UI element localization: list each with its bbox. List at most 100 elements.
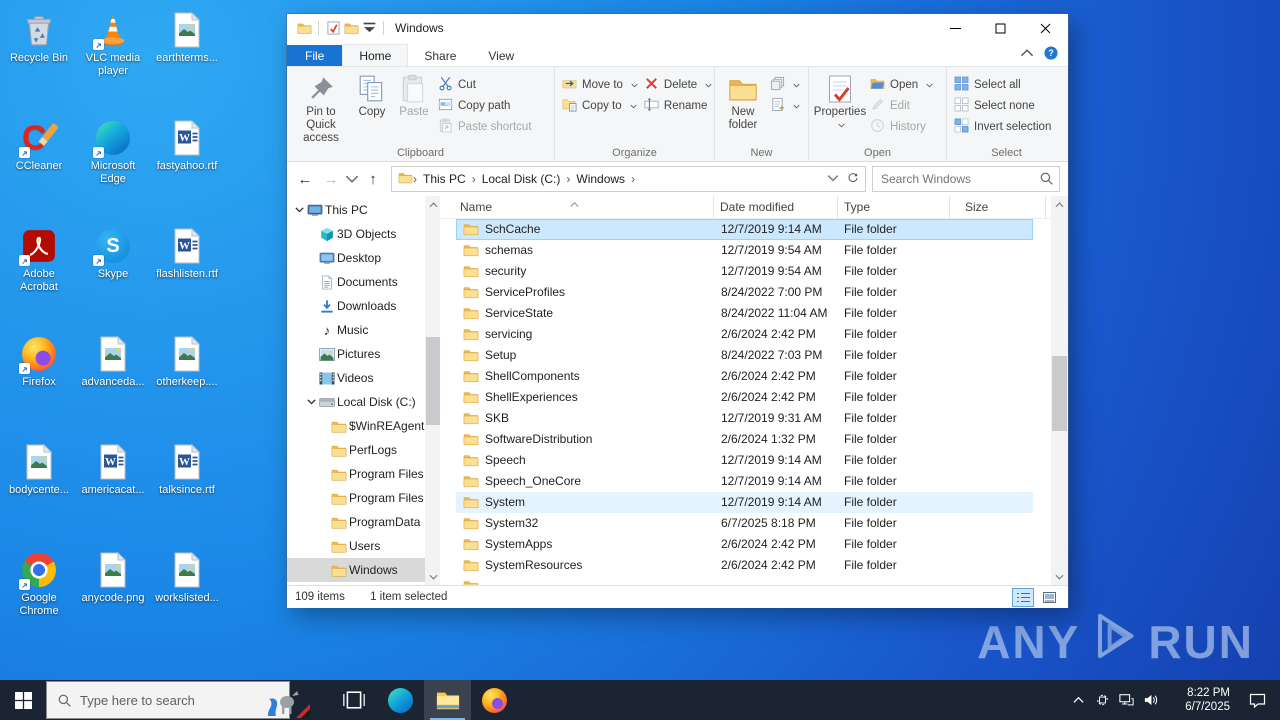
qat-properties-button[interactable]	[324, 19, 342, 37]
sidebar-item-documents[interactable]: Documents	[287, 270, 440, 294]
rename-button[interactable]: Rename	[641, 95, 715, 116]
table-row-system32[interactable]: System326/7/2025 8:18 PMFile folder	[440, 513, 1051, 534]
sidebar-item-programdata[interactable]: ProgramData	[287, 510, 440, 534]
desktop-icon-americacat[interactable]: Wamericacat...	[76, 436, 150, 544]
expander-open-icon[interactable]	[305, 399, 317, 405]
nav-scrollbar[interactable]	[425, 196, 440, 585]
tab-view[interactable]: View	[472, 45, 530, 66]
pin-to-quick-access-button[interactable]: Pin to Quick access	[291, 70, 351, 145]
table-row-security[interactable]: security12/7/2019 9:54 AMFile folder	[440, 261, 1051, 282]
sidebar-item-pictures[interactable]: Pictures	[287, 342, 440, 366]
properties-button[interactable]: Properties	[813, 70, 867, 132]
desktop-icon-fastyahoo-rtf[interactable]: Wfastyahoo.rtf	[150, 112, 224, 220]
paste-shortcut-button[interactable]: Paste shortcut	[435, 116, 535, 137]
desktop-icon-earthterms[interactable]: earthterms...	[150, 4, 224, 112]
taskbar-search-input[interactable]	[74, 692, 258, 709]
desktop-icon-microsoft-edge[interactable]: Microsoft Edge	[76, 112, 150, 220]
qat-customize-button[interactable]	[360, 19, 378, 37]
table-row-shellcomponents[interactable]: ShellComponents2/6/2024 2:42 PMFile fold…	[440, 366, 1051, 387]
table-row-skb[interactable]: SKB12/7/2019 9:31 AMFile folder	[440, 408, 1051, 429]
sidebar-item-program-files[interactable]: Program Files	[287, 462, 440, 486]
sidebar-item-program-files[interactable]: Program Files	[287, 486, 440, 510]
close-button[interactable]	[1023, 14, 1068, 42]
nav-scroll-thumb[interactable]	[426, 337, 440, 425]
copy-path-button[interactable]: W... Copy path	[435, 95, 535, 116]
breadcrumb-item-this-pc[interactable]: This PC	[417, 172, 472, 186]
scroll-down-icon[interactable]	[1051, 568, 1068, 585]
open-button[interactable]: Open	[867, 74, 936, 95]
sidebar-item-users[interactable]: Users	[287, 534, 440, 558]
sidebar-item-3d-objects[interactable]: 3D Objects	[287, 222, 440, 246]
recent-locations-button[interactable]	[345, 167, 359, 191]
desktop-icon-talksince-rtf[interactable]: Wtalksince.rtf	[150, 436, 224, 544]
new-item-button[interactable]	[767, 95, 803, 116]
table-row-setup[interactable]: Setup8/24/2022 7:03 PMFile folder	[440, 345, 1051, 366]
table-row-softwaredistribution[interactable]: SoftwareDistribution2/6/2024 1:32 PMFile…	[440, 429, 1051, 450]
sidebar-item-winreagent[interactable]: $WinREAgent	[287, 414, 440, 438]
desktop-icon-flashlisten-rtf[interactable]: Wflashlisten.rtf	[150, 220, 224, 328]
table-row-serviceprofiles[interactable]: ServiceProfiles8/24/2022 7:00 PMFile fol…	[440, 282, 1051, 303]
table-row-shellexperiences[interactable]: ShellExperiences2/6/2024 2:42 PMFile fol…	[440, 387, 1051, 408]
desktop-icon-ccleaner[interactable]: CCCleaner	[2, 112, 76, 220]
desktop-icon-adobe-acrobat[interactable]: Adobe Acrobat	[2, 220, 76, 328]
list-scroll-thumb[interactable]	[1052, 356, 1067, 431]
delete-button[interactable]: Delete	[641, 74, 715, 95]
easy-access-button[interactable]	[767, 74, 803, 95]
minimize-button[interactable]	[933, 14, 978, 42]
sidebar-item-local-disk-c[interactable]: Local Disk (C:)	[287, 390, 440, 414]
table-row-schemas[interactable]: schemas12/7/2019 9:54 AMFile folder	[440, 240, 1051, 261]
scroll-down-icon[interactable]	[425, 568, 440, 585]
scroll-up-icon[interactable]	[425, 196, 440, 213]
screen-record-icon[interactable]	[1090, 680, 1114, 720]
column-header-date-modified[interactable]: Date modified	[714, 196, 838, 218]
desktop-icon-skype[interactable]: SSkype	[76, 220, 150, 328]
desktop-icon-vlc-media-player[interactable]: VLC media player	[76, 4, 150, 112]
column-header-type[interactable]: Type	[838, 196, 950, 218]
invert-selection-button[interactable]: Invert selection	[951, 116, 1054, 137]
forward-button[interactable]: →	[319, 167, 343, 191]
table-row-servicing[interactable]: servicing2/6/2024 2:42 PMFile folder	[440, 324, 1051, 345]
sidebar-item-desktop[interactable]: Desktop	[287, 246, 440, 270]
task-view-button[interactable]	[330, 680, 377, 720]
details-view-button[interactable]	[1012, 588, 1034, 607]
history-button[interactable]: History	[867, 116, 936, 137]
move-to-button[interactable]: path d="M1 2.6h5.2l1.4 1.9H15v8.3H1z" fi…	[559, 74, 641, 95]
sidebar-item-music[interactable]: ♪Music	[287, 318, 440, 342]
tab-home[interactable]: Home	[342, 44, 408, 66]
copy-to-button[interactable]: Copy to	[559, 95, 641, 116]
desktop-icon-bodycente[interactable]: bodycente...	[2, 436, 76, 544]
thumbnails-view-button[interactable]	[1038, 588, 1060, 607]
desktop-icon-google-chrome[interactable]: Google Chrome	[2, 544, 76, 652]
tab-file[interactable]: File	[287, 45, 342, 66]
desktop-icon-otherkeep[interactable]: otherkeep....	[150, 328, 224, 436]
tray-expand-icon[interactable]	[1066, 680, 1090, 720]
select-all-button[interactable]: Select all	[951, 74, 1054, 95]
firefox-taskbar-button[interactable]	[471, 680, 518, 720]
cut-button[interactable]: Cut	[435, 74, 535, 95]
collapse-ribbon-icon[interactable]	[1020, 46, 1034, 63]
help-icon[interactable]: ?	[1044, 46, 1058, 63]
sidebar-item-this-pc[interactable]: This PC	[287, 198, 440, 222]
scroll-up-icon[interactable]	[1051, 196, 1068, 213]
edge-taskbar-button[interactable]	[377, 680, 424, 720]
new-folder-button[interactable]: New folder	[719, 70, 767, 132]
table-row-partial[interactable]	[440, 576, 1051, 585]
up-button[interactable]: ↑	[361, 167, 385, 191]
table-row-system[interactable]: System12/7/2019 9:14 AMFile folder	[440, 492, 1051, 513]
list-scrollbar[interactable]	[1051, 196, 1068, 585]
sidebar-item-windows[interactable]: Windows	[287, 558, 440, 582]
explorer-search-input[interactable]	[873, 167, 1059, 191]
desktop-icon-advanceda[interactable]: advanceda...	[76, 328, 150, 436]
file-explorer-taskbar-button[interactable]	[424, 680, 471, 720]
column-header-name[interactable]: Name	[440, 196, 714, 218]
breadcrumb-item-local-disk-c[interactable]: Local Disk (C:)	[476, 172, 567, 186]
table-row-speech-onecore[interactable]: Speech_OneCore12/7/2019 9:14 AMFile fold…	[440, 471, 1051, 492]
column-header-size[interactable]: Size	[950, 196, 1046, 218]
sidebar-item-downloads[interactable]: Downloads	[287, 294, 440, 318]
breadcrumb-item-windows[interactable]: Windows	[570, 172, 631, 186]
copy-button[interactable]: Copy	[351, 70, 393, 119]
table-row-systemapps[interactable]: SystemApps2/6/2024 2:42 PMFile folder	[440, 534, 1051, 555]
network-icon[interactable]	[1114, 680, 1138, 720]
tab-share[interactable]: Share	[408, 45, 472, 66]
desktop-icon-firefox[interactable]: Firefox	[2, 328, 76, 436]
